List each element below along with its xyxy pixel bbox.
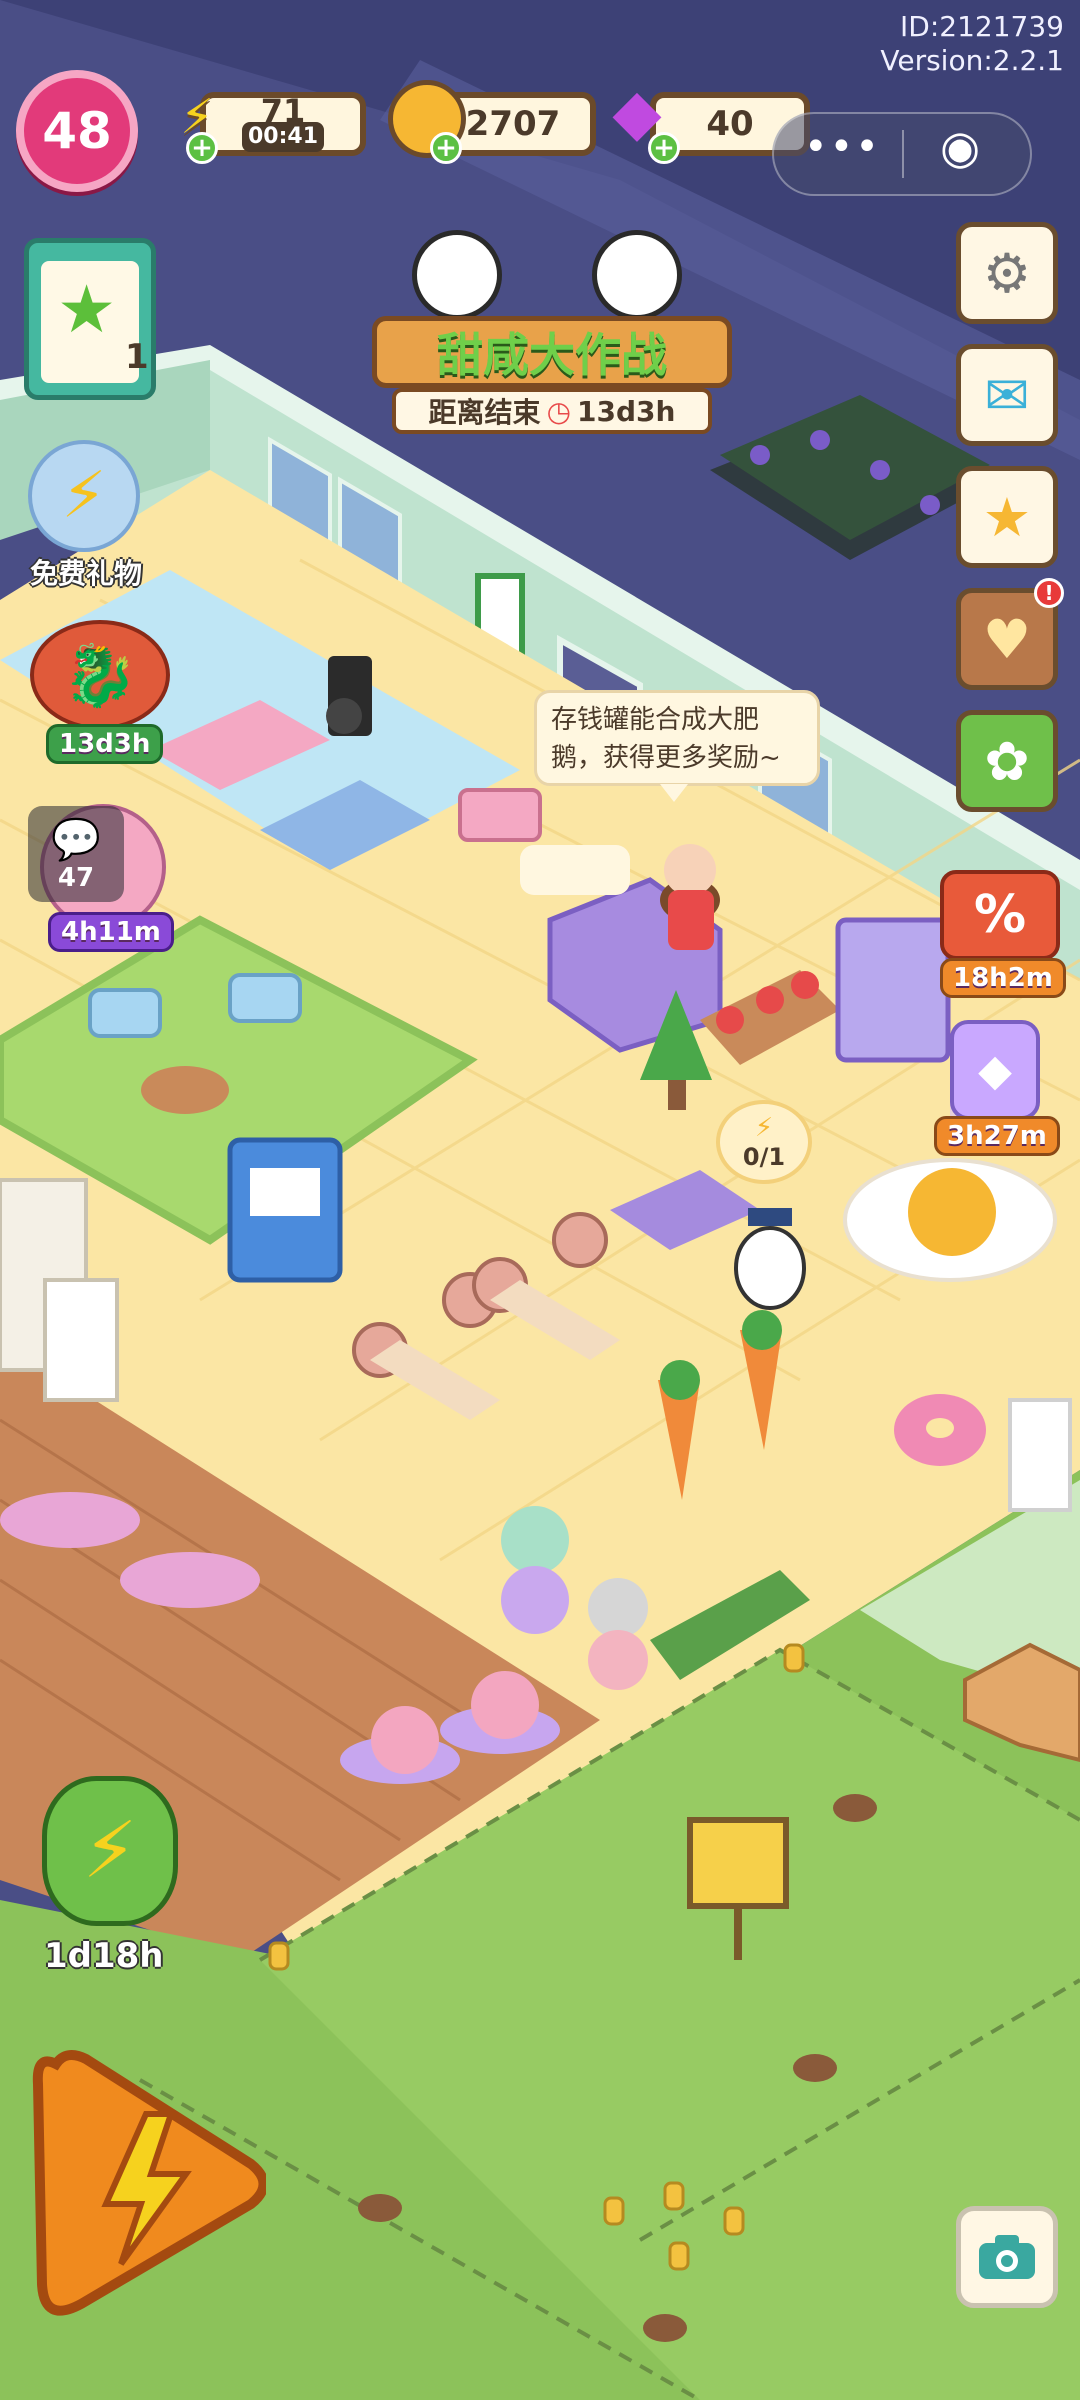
clipboard-star-icon: ★ [57,271,117,348]
event-title: 甜咸大作战 [437,328,667,382]
event-banner[interactable]: 甜咸大作战 距离结束 ◷ 13d3h [372,230,732,440]
notification-dot: ! [1034,578,1064,608]
player-id: ID:2121739 [900,10,1064,43]
green-lightning-icon: ⚡ [42,1776,178,1926]
dragon-boat-event-button[interactable]: 🐉 13d3h [20,620,180,770]
coin-plus-button[interactable]: + [430,132,462,164]
speech-bubble-icon: 💬 [51,816,101,863]
gear-icon: ⚙ [982,241,1032,305]
free-gift-label: 免费礼物 [29,557,142,590]
hint-line-2: 鹅，获得更多奖励~ [551,743,781,773]
version-label: Version:2.2.1 [880,44,1064,77]
sale-timer: 18h2m [940,958,1066,998]
player-level-badge[interactable]: 48 [16,70,138,192]
close-miniprogram-button[interactable]: ◉ [940,120,980,174]
chat-event-timer: 4h11m [48,912,174,952]
play-triangle-icon [32,2050,269,2316]
medal-button[interactable]: ★ [956,466,1058,568]
gem-plus-button[interactable]: + [648,132,680,164]
medal-star-icon: ★ [982,485,1032,549]
sale-label: % [973,885,1027,945]
jar-event-button[interactable]: ◆ 3h27m [920,1020,1070,1160]
fish-sale-icon: % [940,870,1060,960]
event-title-plate: 甜咸大作战 [372,316,732,388]
bubble-tail [660,784,688,802]
jar-timer: 3h27m [934,1116,1060,1156]
chat-bubble-icon: 💬 47 [28,806,124,902]
duck-task-bubble[interactable]: ⚡ 0/1 [716,1100,812,1184]
flower-book-icon: ✿ [984,729,1030,793]
free-gift-button[interactable]: ⚡ 免费礼物 [14,440,158,600]
mail-button[interactable]: ✉ [956,344,1058,446]
clock-icon: ◷ [546,394,571,428]
boost-timer: 1d18h [44,1936,164,1976]
build-info: ID:2121739 Version:2.2.1 [880,10,1064,78]
event-ends-label: 距离结束 [428,396,541,429]
crystal-jar-icon: ◆ [950,1020,1040,1120]
envelope-icon: ✉ [984,363,1030,427]
settings-button[interactable]: ⚙ [956,222,1058,324]
gift-lightning-icon: ⚡ [28,440,140,552]
heart-book-icon: ♥ [982,607,1032,671]
camera-icon [979,2235,1035,2279]
event-countdown: 距离结束 ◷ 13d3h [392,388,712,434]
task-clipboard-button[interactable]: ★ 1 [24,238,156,400]
energy-plus-button[interactable]: + [186,132,218,164]
duck-task-progress: 0/1 [742,1143,786,1171]
miniprogram-capsule: ••• ◉ [772,112,1032,196]
task-lightning-icon: ⚡ [754,1113,774,1143]
hint-line-1: 存钱罐能合成大肥 [551,705,760,735]
dragon-icon: 🐉 [30,620,170,730]
chat-count: 47 [57,862,95,893]
event-ends-time: 13d3h [577,394,676,428]
player-level: 48 [42,102,112,160]
hint-speech-bubble: 存钱罐能合成大肥 鹅，获得更多奖励~ [534,690,820,786]
duck-mascot-right [592,230,682,320]
guide-book-button[interactable]: ✿ [956,710,1058,812]
more-menu-button[interactable]: ••• [804,124,881,170]
coin-value: 2707 [465,104,561,144]
boost-button[interactable]: ⚡ 1d18h [30,1776,190,1986]
camera-button[interactable] [956,2206,1058,2308]
play-button[interactable] [26,2034,269,2334]
capsule-divider [902,130,904,178]
dragon-event-timer: 13d3h [46,724,164,764]
task-count: 1 [125,337,149,377]
energy-timer: 00:41 [241,122,325,152]
duck-mascot-left [412,230,502,320]
sale-event-button[interactable]: % 18h2m [930,870,1070,1000]
chat-event-button[interactable]: 💬 47 4h11m [20,800,180,960]
gem-value: 40 [706,104,754,144]
